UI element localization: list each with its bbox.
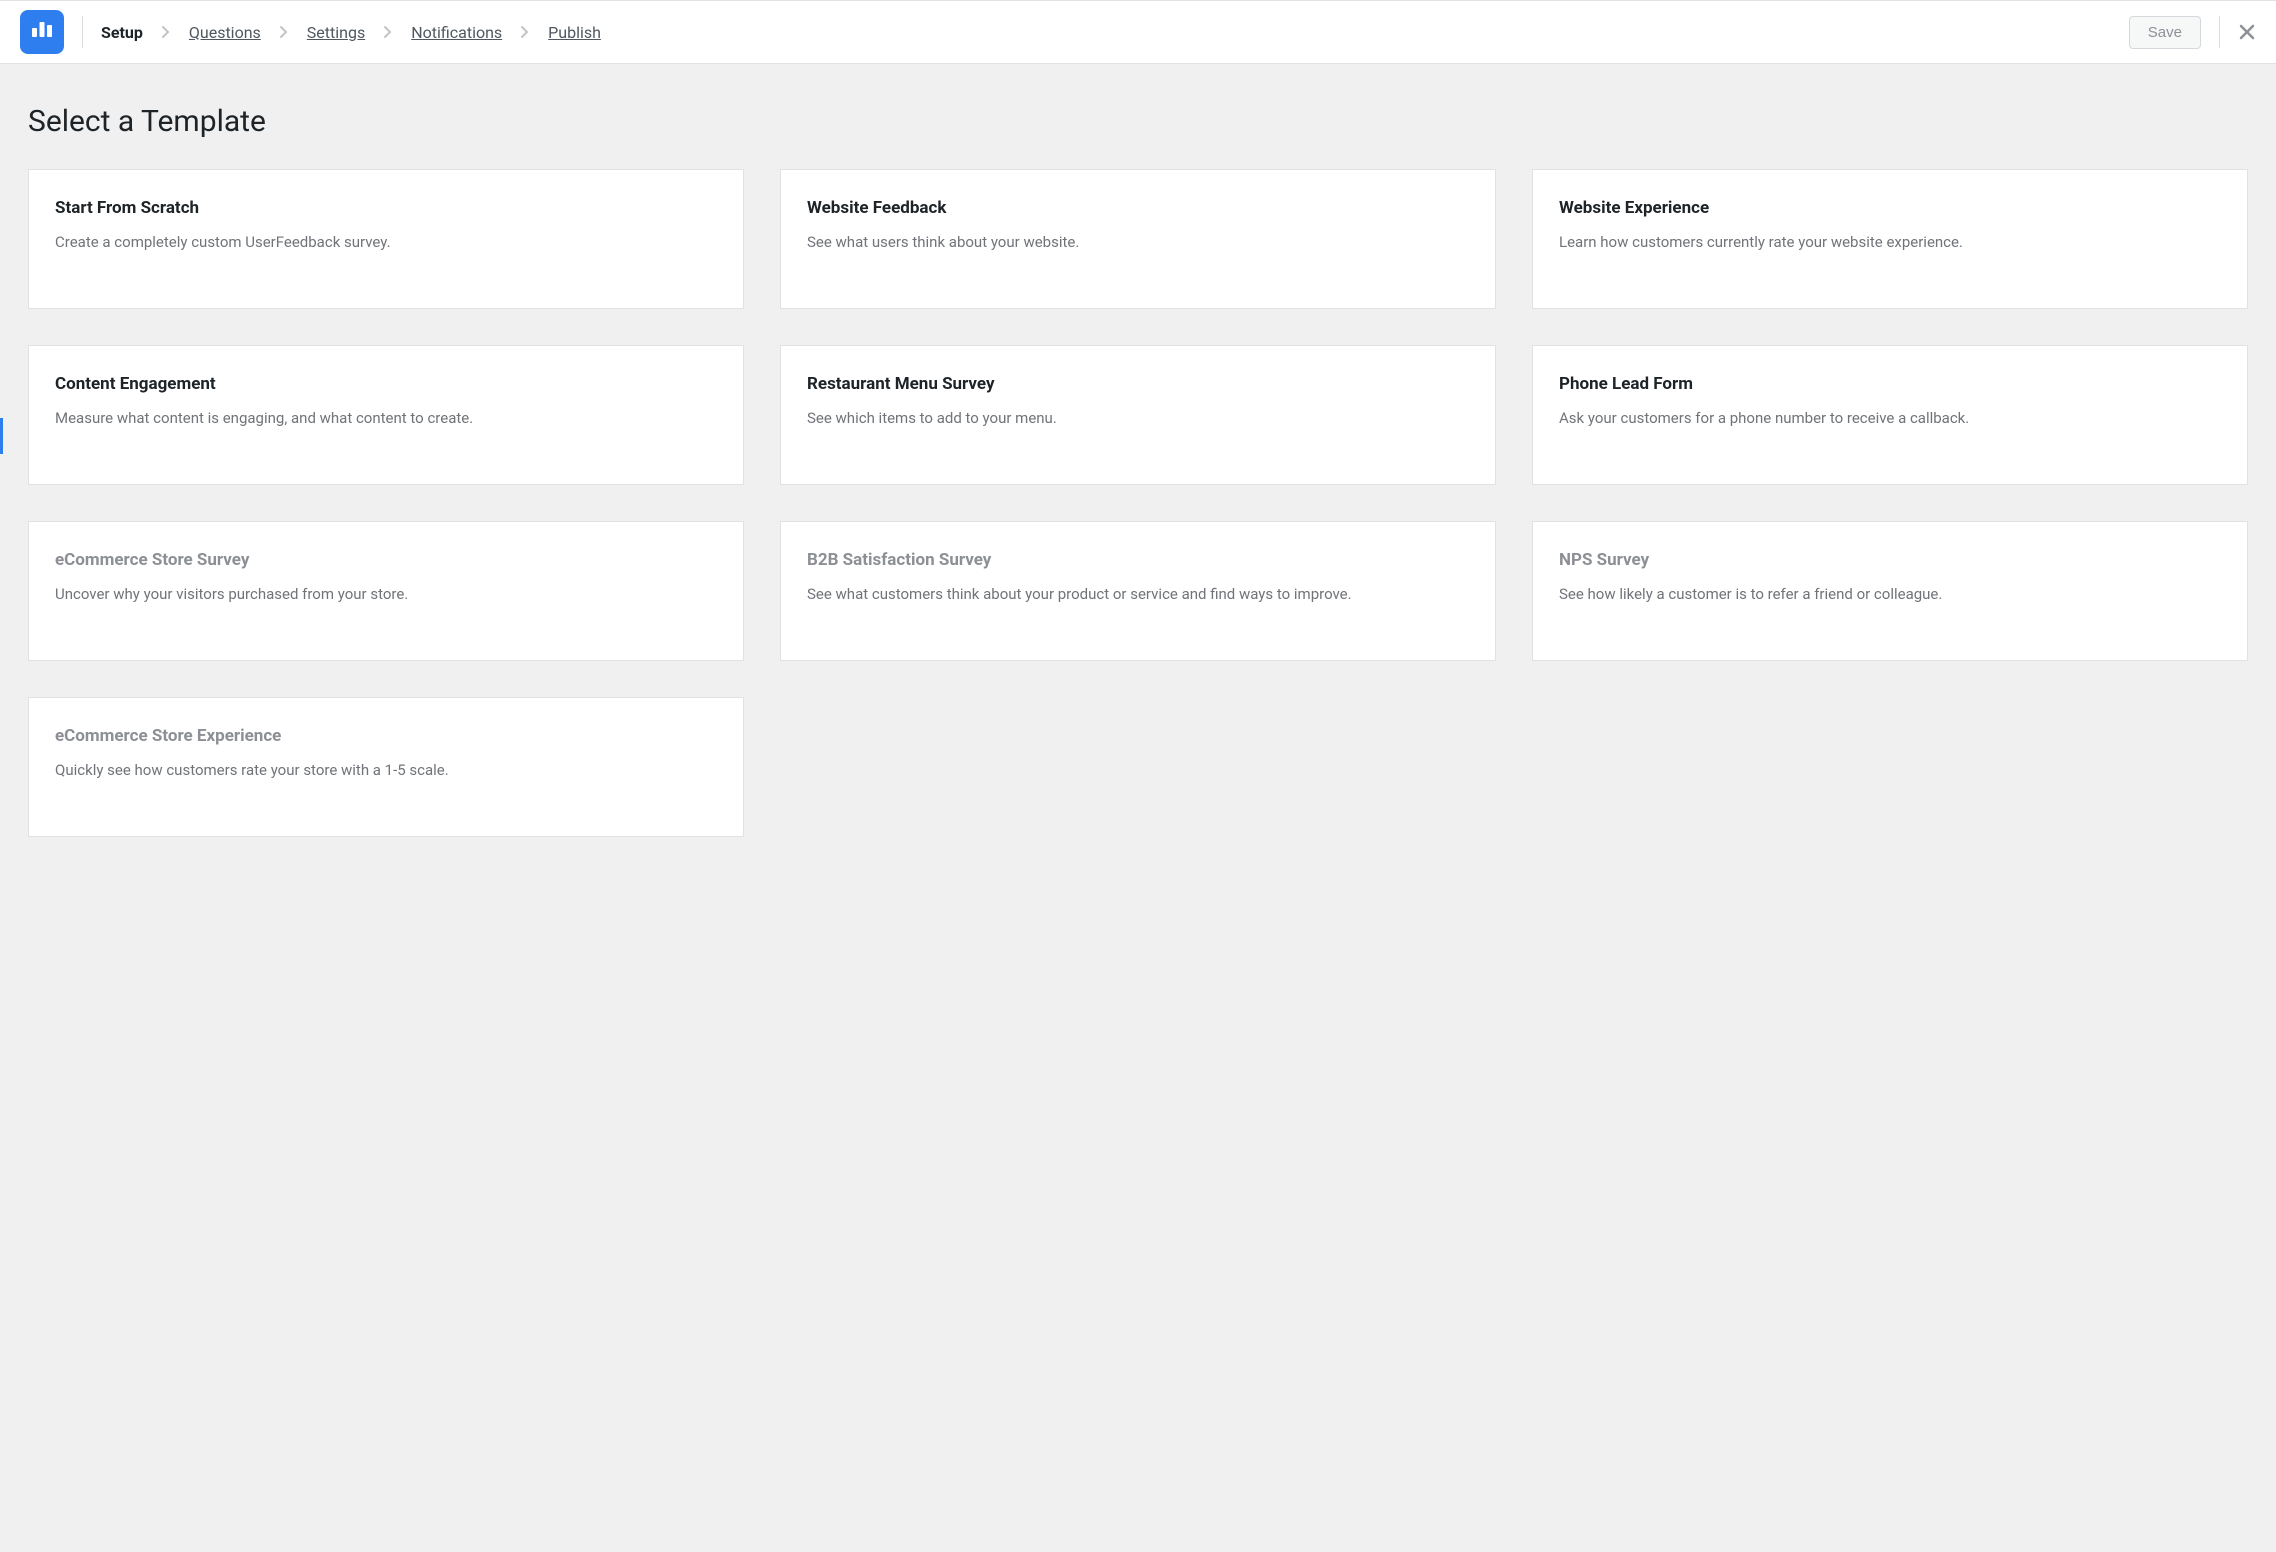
template-card-phone-lead-form[interactable]: Phone Lead Form Ask your customers for a…: [1532, 345, 2248, 485]
template-card-title: Website Experience: [1559, 198, 2221, 218]
template-card-desc: Learn how customers currently rate your …: [1559, 232, 2221, 254]
close-icon: [2238, 23, 2256, 41]
template-card-restaurant-menu-survey[interactable]: Restaurant Menu Survey See which items t…: [780, 345, 1496, 485]
template-card-desc: See what customers think about your prod…: [807, 584, 1469, 606]
template-card-title: NPS Survey: [1559, 550, 2221, 570]
breadcrumb-settings[interactable]: Settings: [307, 23, 365, 42]
template-card-title: B2B Satisfaction Survey: [807, 550, 1469, 570]
template-card-title: Restaurant Menu Survey: [807, 374, 1469, 394]
template-card-website-experience[interactable]: Website Experience Learn how customers c…: [1532, 169, 2248, 309]
close-button[interactable]: [2238, 23, 2256, 41]
template-card-b2b-satisfaction-survey[interactable]: B2B Satisfaction Survey See what custome…: [780, 521, 1496, 661]
left-edge-indicator: [0, 418, 3, 454]
top-bar: Setup Questions Settings Notifications P…: [0, 0, 2276, 64]
template-card-title: Content Engagement: [55, 374, 717, 394]
template-card-desc: Quickly see how customers rate your stor…: [55, 760, 717, 782]
template-card-title: Start From Scratch: [55, 198, 717, 218]
template-card-title: eCommerce Store Experience: [55, 726, 717, 746]
template-card-website-feedback[interactable]: Website Feedback See what users think ab…: [780, 169, 1496, 309]
chevron-right-icon: [383, 25, 393, 39]
breadcrumb-publish[interactable]: Publish: [548, 23, 601, 42]
template-card-ecommerce-store-experience[interactable]: eCommerce Store Experience Quickly see h…: [28, 697, 744, 837]
template-card-title: Phone Lead Form: [1559, 374, 2221, 394]
template-grid: Start From Scratch Create a completely c…: [28, 169, 2248, 837]
template-card-desc: Create a completely custom UserFeedback …: [55, 232, 717, 254]
page-title: Select a Template: [28, 104, 2248, 139]
template-card-title: eCommerce Store Survey: [55, 550, 717, 570]
app-logo[interactable]: [20, 10, 64, 54]
template-card-title: Website Feedback: [807, 198, 1469, 218]
chevron-right-icon: [520, 25, 530, 39]
template-card-ecommerce-store-survey[interactable]: eCommerce Store Survey Uncover why your …: [28, 521, 744, 661]
save-button[interactable]: Save: [2129, 16, 2201, 49]
template-card-desc: Ask your customers for a phone number to…: [1559, 408, 2221, 430]
template-card-desc: See what users think about your website.: [807, 232, 1469, 254]
breadcrumb-questions[interactable]: Questions: [189, 23, 261, 42]
template-card-nps-survey[interactable]: NPS Survey See how likely a customer is …: [1532, 521, 2248, 661]
divider: [82, 16, 83, 48]
template-card-desc: See which items to add to your menu.: [807, 408, 1469, 430]
breadcrumbs: Setup Questions Settings Notifications P…: [101, 23, 601, 42]
divider: [2219, 16, 2220, 48]
template-card-start-from-scratch[interactable]: Start From Scratch Create a completely c…: [28, 169, 744, 309]
page-content: Select a Template Start From Scratch Cre…: [0, 64, 2276, 877]
breadcrumb-notifications[interactable]: Notifications: [411, 23, 502, 42]
template-card-desc: Uncover why your visitors purchased from…: [55, 584, 717, 606]
chevron-right-icon: [161, 25, 171, 39]
template-card-content-engagement[interactable]: Content Engagement Measure what content …: [28, 345, 744, 485]
chevron-right-icon: [279, 25, 289, 39]
template-card-desc: Measure what content is engaging, and wh…: [55, 408, 717, 430]
template-card-desc: See how likely a customer is to refer a …: [1559, 584, 2221, 606]
breadcrumb-setup[interactable]: Setup: [101, 23, 143, 42]
logo-icon: [20, 10, 64, 54]
